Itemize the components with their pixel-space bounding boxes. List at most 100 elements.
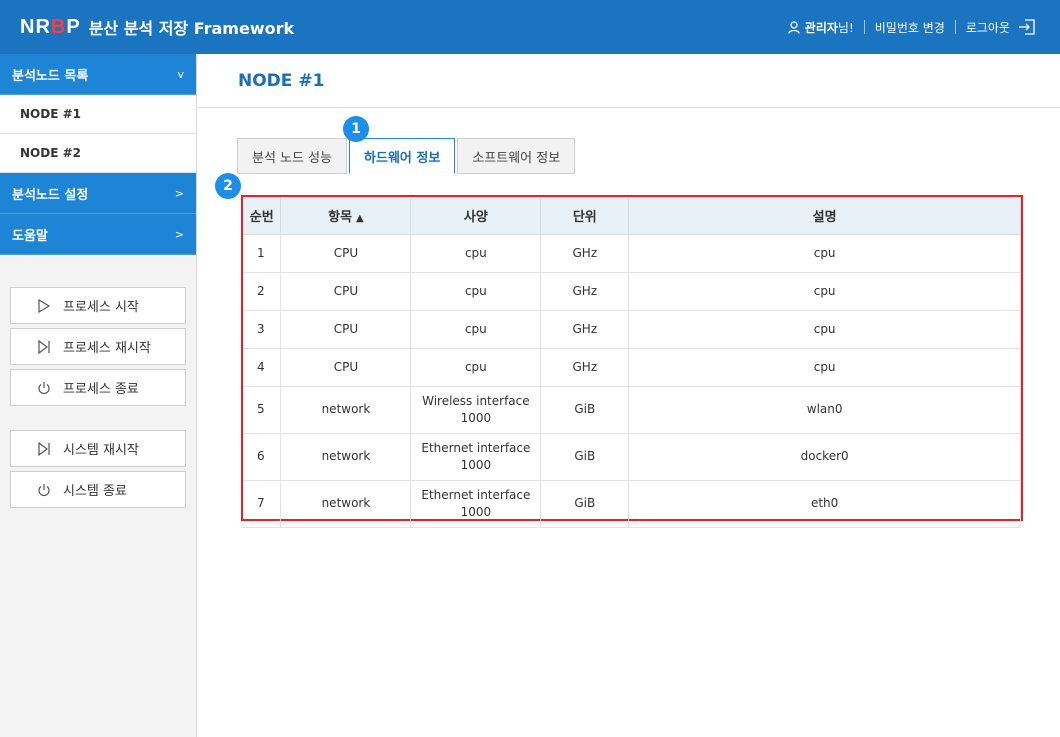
change-password-link[interactable]: 비밀번호 변경	[875, 19, 945, 36]
cell-spec: cpu	[410, 234, 542, 273]
cell-item: CPU	[280, 272, 412, 311]
sidebar: 분석노드 목록 v NODE #1 NODE #2 분석노드 설정 > 도움말 …	[0, 54, 197, 737]
top-header: NRBP 분산 분석 저장 Framework 관리자 님! 비밀번호 변경 로…	[0, 0, 1060, 54]
table-row[interactable]: 1 CPU cpu GHz cpu	[243, 234, 1021, 273]
hardware-table: 순번 항목▲ 사양 단위 설명 1 CPU cpu GHz cpu 2 CPU	[243, 197, 1021, 528]
highlight-frame: 순번 항목▲ 사양 단위 설명 1 CPU cpu GHz cpu 2 CPU	[241, 195, 1023, 528]
cell-item: network	[280, 433, 412, 481]
user-name: 관리자	[804, 20, 838, 35]
process-start-button[interactable]: 프로세스 시작	[10, 287, 186, 324]
menu-node-list[interactable]: 분석노드 목록 v	[0, 54, 196, 95]
menu-help[interactable]: 도움말 >	[0, 214, 196, 255]
cell-no: 6	[243, 433, 282, 481]
sidebar-item-node-1[interactable]: NODE #1	[0, 95, 196, 134]
cell-desc: eth0	[628, 480, 1021, 528]
cell-desc: docker0	[628, 433, 1021, 481]
tab-bar: 분석 노드 성능 하드웨어 정보 소프트웨어 정보	[237, 138, 577, 174]
cell-no: 5	[243, 386, 282, 434]
cell-spec: Wireless interface 1000	[410, 386, 542, 434]
cell-item: CPU	[280, 310, 412, 349]
spec-line-2: 1000	[460, 457, 492, 472]
cell-desc: cpu	[628, 348, 1021, 387]
cell-unit: GHz	[540, 310, 630, 349]
cell-desc: wlan0	[628, 386, 1021, 434]
column-header-no: 순번	[243, 197, 282, 235]
cell-desc: cpu	[628, 310, 1021, 349]
tab-node-performance[interactable]: 분석 노드 성능	[237, 138, 348, 174]
cell-unit: GHz	[540, 234, 630, 273]
restart-icon	[38, 441, 50, 456]
sidebar-item-node-2[interactable]: NODE #2	[0, 134, 196, 173]
cell-spec: Ethernet interface 1000	[410, 480, 542, 528]
cell-unit: GHz	[540, 272, 630, 311]
cell-desc: cpu	[628, 272, 1021, 311]
step-badge-2: 2	[215, 173, 241, 199]
menu-label: 도움말	[12, 228, 48, 244]
button-label: 프로세스 재시작	[63, 341, 151, 356]
cell-spec: cpu	[410, 310, 542, 349]
chevron-down-icon: v	[177, 67, 184, 81]
cell-spec: Ethernet interface 1000	[410, 433, 542, 481]
cell-no: 3	[243, 310, 282, 349]
spec-line-1: Ethernet interface	[421, 487, 531, 502]
column-label: 항목	[328, 209, 353, 225]
button-label: 시스템 종료	[63, 484, 127, 499]
power-icon	[38, 381, 50, 394]
app-logo[interactable]: NRBP 분산 분석 저장 Framework	[20, 15, 294, 39]
system-restart-button[interactable]: 시스템 재시작	[10, 430, 186, 467]
column-header-unit: 단위	[540, 197, 630, 235]
table-row[interactable]: 4 CPU cpu GHz cpu	[243, 348, 1021, 387]
tab-hardware-info[interactable]: 하드웨어 정보	[349, 138, 456, 174]
system-shutdown-button[interactable]: 시스템 종료	[10, 471, 186, 508]
column-header-item[interactable]: 항목 ▲	[280, 197, 412, 235]
cell-unit: GiB	[540, 480, 630, 528]
process-buttons: 프로세스 시작 프로세스 재시작 프로세스 종료 시스템 재시작 시스템 종료	[0, 287, 196, 508]
user-area: 관리자 님! 비밀번호 변경 로그아웃	[788, 0, 1036, 54]
divider	[863, 20, 865, 34]
user-icon	[788, 20, 800, 34]
cell-no: 4	[243, 348, 282, 387]
button-label: 프로세스 시작	[63, 300, 139, 315]
button-label: 프로세스 종료	[63, 382, 139, 397]
cell-item: network	[280, 480, 412, 528]
menu-node-settings[interactable]: 분석노드 설정 >	[0, 173, 196, 214]
spec-line-2: 1000	[460, 410, 492, 425]
table-row[interactable]: 5 network Wireless interface 1000 GiB wla…	[243, 386, 1021, 434]
cell-unit: GHz	[540, 348, 630, 387]
cell-item: CPU	[280, 348, 412, 387]
menu-label: 분석노드 설정	[12, 187, 89, 203]
cell-item: network	[280, 386, 412, 434]
process-restart-button[interactable]: 프로세스 재시작	[10, 328, 186, 365]
button-label: 시스템 재시작	[63, 443, 139, 458]
table-row[interactable]: 7 network Ethernet interface 1000 GiB eth…	[243, 480, 1021, 528]
column-header-spec: 사양	[410, 197, 542, 235]
divider	[954, 20, 956, 34]
step-badge-1: 1	[343, 116, 369, 142]
process-stop-button[interactable]: 프로세스 종료	[10, 369, 186, 406]
sort-asc-icon: ▲	[356, 212, 364, 224]
logo-mark: NRBP	[20, 15, 81, 38]
table-row[interactable]: 3 CPU cpu GHz cpu	[243, 310, 1021, 349]
main-content: NODE #1 분석 노드 성능 하드웨어 정보 소프트웨어 정보 1 2 순번…	[198, 54, 1060, 737]
cell-spec: cpu	[410, 348, 542, 387]
tab-software-info[interactable]: 소프트웨어 정보	[457, 138, 576, 174]
chevron-right-icon: >	[174, 186, 184, 200]
logout-link[interactable]: 로그아웃	[966, 19, 1010, 36]
chevron-right-icon: >	[174, 227, 184, 241]
app-title: 분산 분석 저장 Framework	[88, 19, 295, 38]
menu-label: 분석노드 목록	[12, 68, 89, 84]
cell-item: CPU	[280, 234, 412, 273]
table-row[interactable]: 2 CPU cpu GHz cpu	[243, 272, 1021, 311]
spec-line-1: Ethernet interface	[421, 440, 531, 455]
cell-unit: GiB	[540, 386, 630, 434]
power-icon	[38, 483, 50, 496]
logout-icon[interactable]	[1018, 19, 1036, 35]
cell-unit: GiB	[540, 433, 630, 481]
column-header-desc: 설명	[628, 197, 1021, 235]
restart-icon	[38, 339, 50, 354]
table-row[interactable]: 6 network Ethernet interface 1000 GiB doc…	[243, 433, 1021, 481]
play-icon	[38, 298, 51, 313]
cell-desc: cpu	[628, 234, 1021, 273]
table-header-row: 순번 항목 ▲ 사양 단위 설명	[243, 197, 1021, 235]
